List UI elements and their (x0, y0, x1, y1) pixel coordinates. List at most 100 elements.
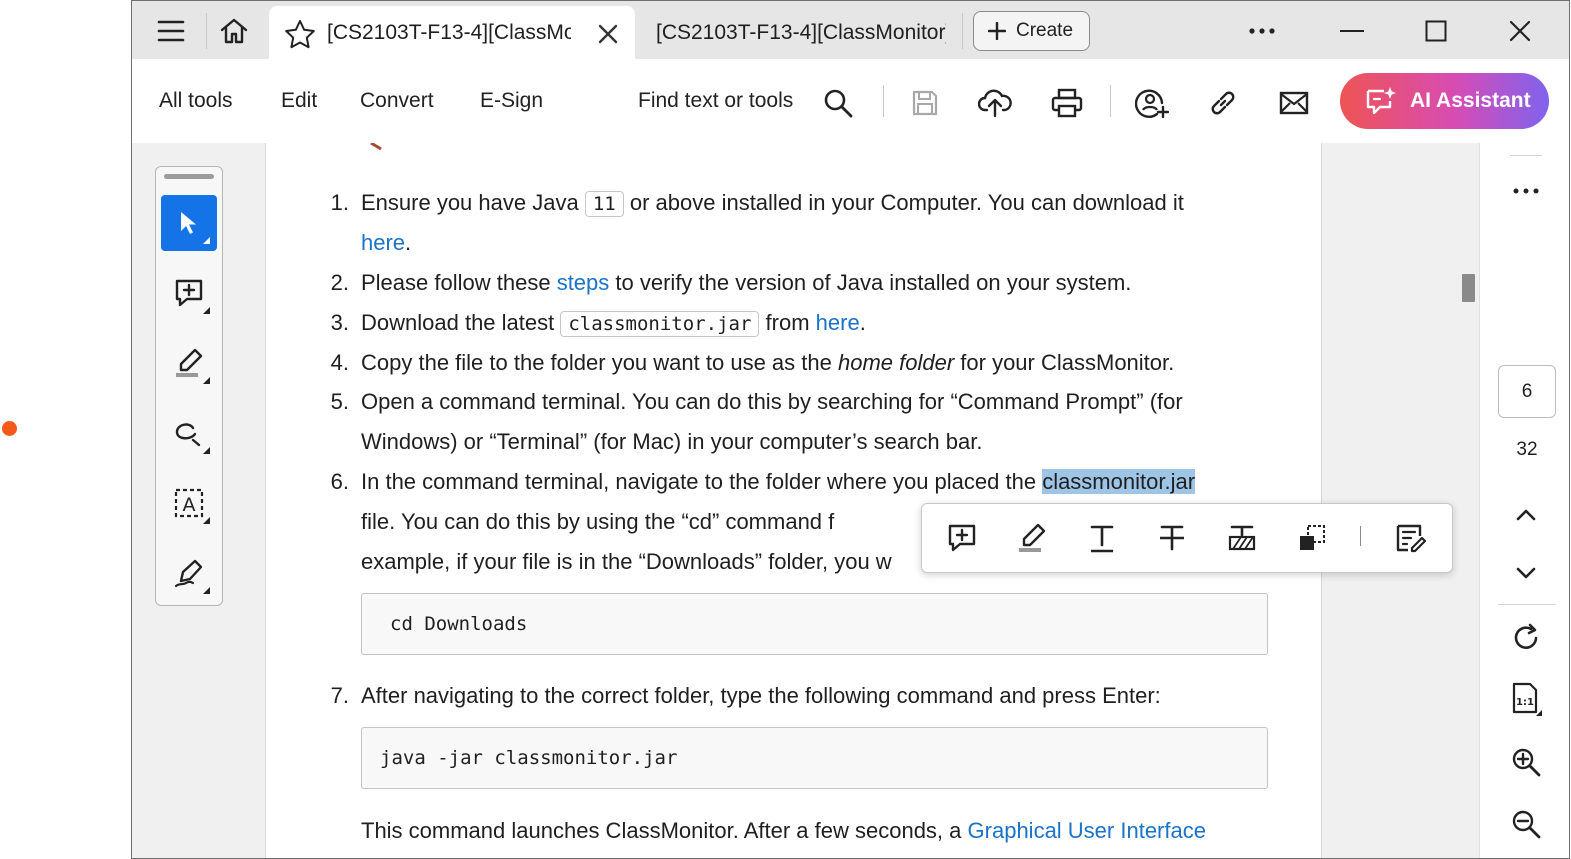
menu-all-tools[interactable]: All tools (159, 89, 233, 113)
svg-text:A: A (183, 494, 196, 516)
text-box-icon: A (174, 488, 204, 518)
search-icon[interactable] (818, 83, 858, 123)
list-item-6-line2: file. You can do this by using the “cd” … (361, 509, 835, 534)
paragraph-text: This command launches ClassMonitor. Afte… (361, 818, 962, 843)
more-options-icon[interactable] (1502, 175, 1550, 207)
pdf-page: 1. Ensure you have Java 11 or above inst… (265, 143, 1322, 858)
ai-assistant-button[interactable]: AI Assistant (1340, 73, 1549, 129)
print-icon[interactable] (1045, 81, 1089, 125)
underline-text-icon[interactable] (1080, 516, 1124, 560)
page-number-input[interactable]: 6 (1498, 365, 1556, 418)
tab-bar: [CS2103T-F13-4][ClassMonitor] [CS2103T-F… (132, 1, 1569, 59)
list-item-5-line1: Open a command terminal. You can do this… (361, 389, 1183, 414)
drag-handle[interactable] (164, 174, 214, 179)
email-icon[interactable] (1272, 81, 1316, 125)
close-tab-icon[interactable] (591, 18, 625, 50)
tab-title: [CS2103T-F13-4][ClassMonitor] (327, 21, 571, 44)
list-number: 6. (330, 469, 349, 494)
emphasis-text: home folder (837, 350, 955, 375)
highlight-text-icon[interactable] (1010, 516, 1054, 560)
code-text: java -jar classmonitor.jar (380, 747, 678, 769)
sign-tool[interactable] (161, 545, 217, 601)
tab-separator (206, 13, 207, 49)
page-total: 32 (1516, 439, 1538, 460)
find-label[interactable]: Find text or tools (638, 89, 793, 113)
menu-icon[interactable] (146, 13, 196, 49)
maximize-icon[interactable] (1412, 13, 1460, 49)
list-item-text: Ensure you have Java (361, 190, 579, 215)
download-java-link[interactable]: here (361, 230, 405, 255)
next-page-icon[interactable] (1502, 555, 1550, 591)
upload-cloud-icon[interactable] (973, 81, 1017, 125)
svg-text:1:1: 1:1 (1516, 697, 1534, 708)
plus-icon (988, 22, 1006, 40)
right-rail-divider (1510, 155, 1542, 156)
rotate-icon[interactable] (1502, 617, 1550, 659)
list-item-text: to verify the version of Java installed … (615, 270, 1132, 295)
ai-assistant-icon (1366, 87, 1396, 115)
list-number: 4. (330, 350, 349, 375)
scrollbar-thumb[interactable] (1462, 274, 1475, 302)
download-jar-link[interactable]: here (816, 310, 860, 335)
ai-assistant-label: AI Assistant (1410, 89, 1531, 112)
zoom-in-icon[interactable] (1502, 741, 1550, 783)
list-item-2: Please follow these steps to verify the … (361, 263, 1131, 303)
tab-active[interactable]: [CS2103T-F13-4][ClassMonitor] (269, 6, 635, 59)
zoom-out-icon[interactable] (1502, 803, 1550, 845)
tab-inactive-title[interactable]: [CS2103T-F13-4][ClassMonitor] (656, 21, 946, 45)
list-item-1-line2: here. (361, 223, 411, 263)
list-item-1-line1: Ensure you have Java 11 or above install… (361, 183, 1269, 224)
code-block: java -jar classmonitor.jar (361, 727, 1268, 789)
edit-text-icon[interactable] (1388, 516, 1432, 560)
list-item-text: Copy the file to the folder you want to … (361, 350, 832, 375)
comment-icon (175, 279, 203, 307)
toolbar-separator (1110, 85, 1111, 117)
create-label: Create (1016, 20, 1074, 41)
gui-link[interactable]: Graphical User Interface (968, 818, 1206, 843)
draw-tool[interactable] (161, 405, 217, 461)
list-item-7: After navigating to the correct folder, … (361, 683, 1161, 708)
list-number: 3. (330, 310, 349, 335)
quick-actions-separator (1360, 526, 1361, 546)
strikethrough-text-icon[interactable] (1150, 516, 1194, 560)
right-rail: 6 32 1:1 (1479, 143, 1569, 858)
replace-text-icon[interactable] (1220, 516, 1264, 560)
toolbar-separator (883, 85, 884, 117)
page-fragment-mark (370, 143, 382, 151)
star-icon[interactable] (283, 18, 317, 50)
list-number: 2. (330, 270, 349, 295)
add-comment-icon[interactable] (940, 516, 984, 560)
copy-icon[interactable] (1290, 516, 1334, 560)
list-number: 5. (330, 389, 349, 414)
save-icon[interactable] (903, 81, 947, 125)
list-number: 1. (330, 190, 349, 215)
list-item-text: Download the latest (361, 310, 555, 335)
list-item-text: Please follow these (361, 270, 551, 295)
steps-link[interactable]: steps (557, 270, 610, 295)
list-item-6-line1: In the command terminal, navigate to the… (361, 462, 1196, 502)
status-dot (2, 421, 17, 436)
selected-text[interactable]: classmonitor.jar (1042, 469, 1196, 494)
list-number: 7. (330, 683, 349, 708)
share-user-icon[interactable] (1130, 81, 1174, 125)
more-icon[interactable] (1238, 13, 1286, 49)
actual-size-icon[interactable]: 1:1 (1502, 677, 1550, 721)
add-comment-tool[interactable] (161, 265, 217, 321)
list-item-text: . (859, 310, 866, 335)
create-button[interactable]: Create (973, 11, 1090, 51)
minimize-icon[interactable] (1328, 13, 1376, 49)
menu-esign[interactable]: E-Sign (480, 89, 543, 113)
text-box-tool[interactable]: A (161, 475, 217, 531)
previous-page-icon[interactable] (1502, 497, 1550, 533)
close-window-icon[interactable] (1496, 13, 1544, 49)
quick-actions-toolbar (921, 503, 1453, 573)
highlight-tool[interactable] (161, 335, 217, 391)
menu-convert[interactable]: Convert (360, 89, 434, 113)
menu-edit[interactable]: Edit (281, 89, 317, 113)
highlighter-icon (176, 348, 203, 377)
document-viewport: A 1. Ensure you have Java 11 or above in… (132, 143, 1569, 858)
code-text: cd Downloads (390, 613, 528, 635)
home-icon[interactable] (212, 13, 256, 49)
link-icon[interactable] (1201, 81, 1245, 125)
select-tool[interactable] (161, 195, 217, 251)
